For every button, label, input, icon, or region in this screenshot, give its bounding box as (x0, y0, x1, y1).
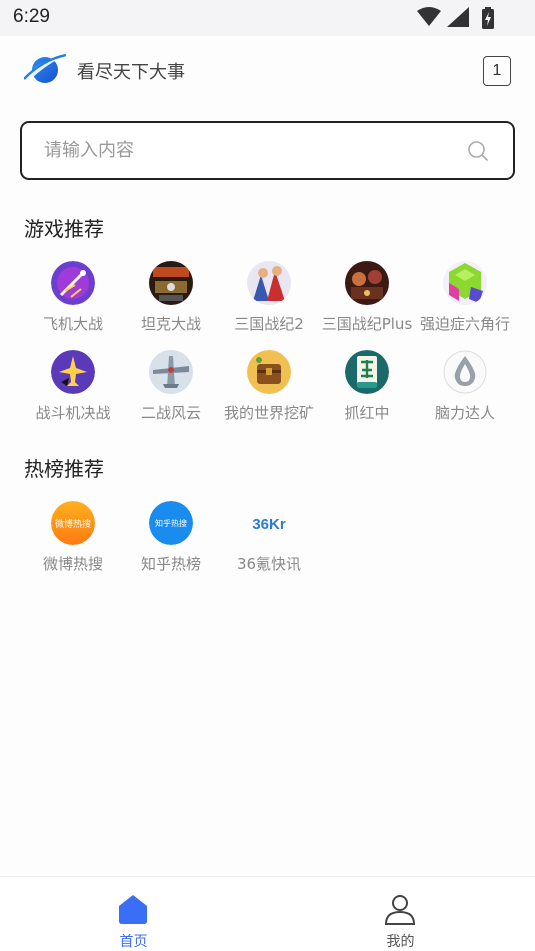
status-time: 6:29 (13, 6, 50, 27)
three-kingdoms-2-icon (247, 261, 291, 305)
hot-item[interactable]: 36Kr 36氪快讯 (220, 501, 318, 585)
search-input[interactable] (44, 123, 454, 178)
36kr-badge-text: 36Kr (252, 516, 286, 533)
fighter-jet-icon (51, 350, 95, 394)
app-title: 看尽天下大事 (77, 62, 185, 83)
game-label: 坦克大战 (140, 315, 201, 333)
battery-icon (482, 7, 494, 29)
home-icon (119, 895, 147, 924)
game-label: 我的世界挖矿 (223, 404, 314, 422)
app-screen: 6:29 看尽天下大事 1 游戏推荐 (0, 0, 535, 951)
game-item[interactable]: 抓红中 (318, 350, 416, 434)
three-kingdoms-plus-icon (345, 261, 389, 305)
game-label: 抓红中 (344, 404, 390, 422)
game-item[interactable]: 坦克大战 (122, 261, 220, 345)
game-item[interactable]: 我的世界挖矿 (220, 350, 318, 434)
weibo-hot-icon: 微博热搜 (51, 501, 95, 545)
zhihu-hot-icon: 知乎热搜 (149, 501, 193, 545)
signal-icon (447, 7, 469, 27)
game-item[interactable]: 战斗机决战 (24, 350, 122, 434)
planet-logo-icon (24, 53, 66, 83)
plane-war-icon (51, 261, 95, 305)
nav-home[interactable]: 首页 (0, 877, 267, 951)
hot-section-title: 热榜推荐 (24, 457, 104, 481)
status-bar: 6:29 (0, 0, 535, 36)
game-item[interactable]: 三国战纪Plus (318, 261, 416, 345)
games-section-title: 游戏推荐 (24, 217, 104, 241)
hot-item[interactable]: 微博热搜 微博热搜 (24, 501, 122, 585)
tab-count-button[interactable]: 1 (483, 56, 511, 86)
tank-war-icon (149, 261, 193, 305)
water-drop-icon (443, 350, 487, 394)
hot-item[interactable]: 知乎热搜 知乎热榜 (122, 501, 220, 585)
game-label: 飞机大战 (42, 315, 103, 333)
zhihu-badge-text: 知乎热搜 (155, 518, 187, 528)
hot-label: 微博热搜 (42, 555, 103, 573)
nav-mine-label: 我的 (386, 934, 415, 950)
hot-label: 知乎热榜 (140, 555, 201, 573)
nav-mine[interactable]: 我的 (267, 877, 534, 951)
game-label: 脑力达人 (434, 404, 495, 422)
app-header: 看尽天下大事 1 (0, 36, 535, 108)
game-item[interactable]: 强迫症六角行 (416, 261, 514, 345)
game-label: 三国战纪2 (234, 315, 304, 333)
game-item[interactable]: 飞机大战 (24, 261, 122, 345)
36kr-icon: 36Kr (247, 501, 291, 545)
ww2-plane-icon (149, 350, 193, 394)
game-label: 强迫症六角行 (419, 315, 510, 333)
game-label: 战斗机决战 (35, 404, 111, 422)
game-item[interactable]: 二战风云 (122, 350, 220, 434)
search-icon[interactable] (467, 140, 489, 162)
hot-label: 36氪快讯 (236, 555, 302, 573)
game-label: 二战风云 (140, 404, 201, 422)
search-box (20, 121, 515, 180)
weibo-badge-text: 微博热搜 (55, 518, 91, 530)
mahjong-tile-icon (345, 350, 389, 394)
game-item[interactable]: 三国战纪2 (220, 261, 318, 345)
user-icon (384, 895, 416, 925)
nav-home-label: 首页 (119, 934, 148, 950)
bottom-nav: 首页 我的 (0, 876, 535, 951)
game-item[interactable]: 脑力达人 (416, 350, 514, 434)
wifi-icon (417, 7, 441, 26)
hexagon-puzzle-icon (443, 261, 487, 305)
game-label: 三国战纪Plus (321, 315, 413, 333)
treasure-chest-icon (247, 350, 291, 394)
